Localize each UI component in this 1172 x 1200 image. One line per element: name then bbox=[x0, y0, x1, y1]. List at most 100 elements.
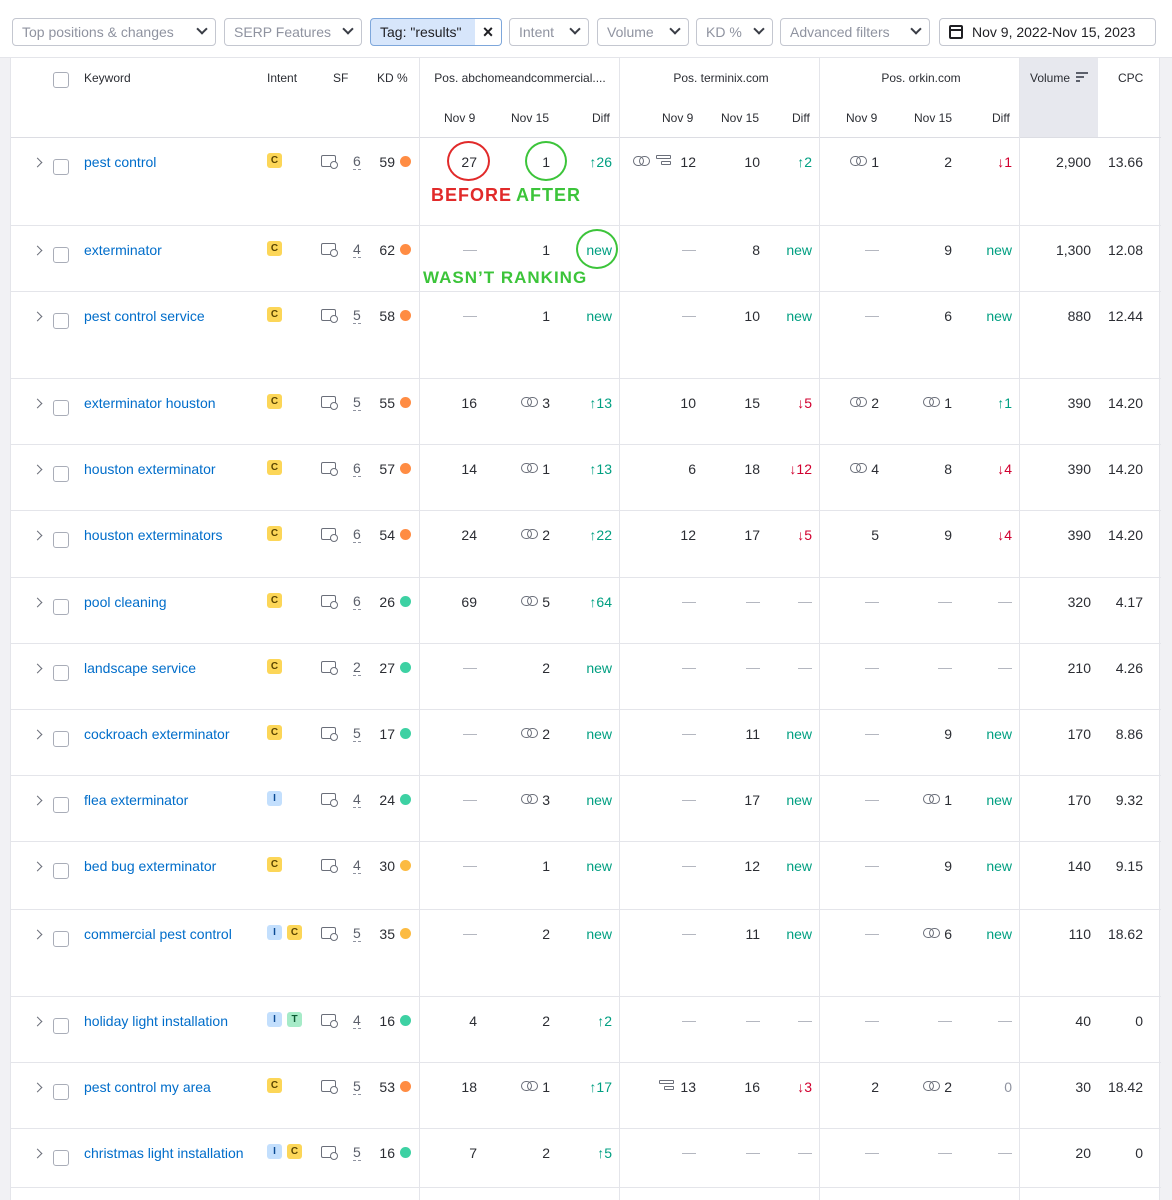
keyword-link[interactable]: cockroach exterminator bbox=[84, 726, 230, 742]
sf-column-header[interactable]: SF bbox=[333, 71, 348, 85]
chevron-right-icon[interactable] bbox=[32, 157, 43, 168]
domain-3-nov15-header[interactable]: Nov 15 bbox=[914, 111, 952, 125]
domain-3-nov9-header[interactable]: Nov 9 bbox=[846, 111, 877, 125]
row-checkbox[interactable] bbox=[53, 931, 69, 947]
table-row[interactable]: cockroach exterminator C 5 17 2 new 11 new 9 new 1… bbox=[11, 710, 1161, 776]
volume-filter[interactable]: Volume bbox=[597, 18, 689, 46]
row-checkbox[interactable] bbox=[53, 532, 69, 548]
chevron-right-icon[interactable] bbox=[32, 929, 43, 940]
domain-2-header[interactable]: Pos. terminix.com bbox=[623, 71, 819, 85]
chevron-right-icon[interactable] bbox=[32, 1016, 43, 1027]
row-checkbox[interactable] bbox=[53, 797, 69, 813]
domain-1-header[interactable]: Pos. abchomeandcommercial.... bbox=[425, 71, 615, 85]
chevron-right-icon[interactable] bbox=[32, 464, 43, 475]
keyword-link[interactable]: flea exterminator bbox=[84, 792, 188, 808]
table-row[interactable]: commercial pest control I C 5 35 2 new 11 new 6 ne… bbox=[11, 910, 1161, 997]
keyword-link[interactable]: exterminator houston bbox=[84, 395, 216, 411]
domain-2-diff-header[interactable]: Diff bbox=[792, 111, 810, 125]
row-checkbox[interactable] bbox=[53, 863, 69, 879]
keyword-link[interactable]: houston exterminator bbox=[84, 461, 216, 477]
keyword-link[interactable]: exterminator bbox=[84, 242, 162, 258]
domain-3-header[interactable]: Pos. orkin.com bbox=[823, 71, 1019, 85]
table-row[interactable]: christmas light installation I C 5 16 7 2 ↑5 20 0 bbox=[11, 1129, 1161, 1188]
intent-filter[interactable]: Intent bbox=[509, 18, 589, 46]
sf-count[interactable]: 4 bbox=[353, 792, 361, 808]
sf-count[interactable]: 5 bbox=[353, 308, 361, 324]
sf-count[interactable]: 5 bbox=[353, 395, 361, 411]
row-checkbox[interactable] bbox=[53, 159, 69, 175]
sf-count[interactable]: 5 bbox=[353, 726, 361, 742]
domain-1-nov9-header[interactable]: Nov 9 bbox=[444, 111, 475, 125]
sf-count[interactable]: 6 bbox=[353, 154, 361, 170]
row-checkbox[interactable] bbox=[53, 1018, 69, 1034]
top-positions-filter[interactable]: Top positions & changes bbox=[12, 18, 216, 46]
serp-features-filter[interactable]: SERP Features bbox=[224, 18, 362, 46]
keyword-link[interactable]: bed bug exterminator bbox=[84, 858, 216, 874]
select-all-checkbox[interactable] bbox=[53, 72, 69, 88]
keyword-link[interactable]: pest control service bbox=[84, 308, 205, 324]
chevron-right-icon[interactable] bbox=[32, 729, 43, 740]
row-checkbox[interactable] bbox=[53, 247, 69, 263]
table-row[interactable]: flea exterminator I 4 24 3 new 17 new 1 new 170 9.3… bbox=[11, 776, 1161, 842]
sf-count[interactable]: 6 bbox=[353, 527, 361, 543]
sf-count[interactable]: 6 bbox=[353, 461, 361, 477]
keyword-link[interactable]: pool cleaning bbox=[84, 594, 167, 610]
domain-1-nov15-header[interactable]: Nov 15 bbox=[511, 111, 549, 125]
row-checkbox[interactable] bbox=[53, 665, 69, 681]
row-checkbox[interactable] bbox=[53, 400, 69, 416]
domain-2-nov15-header[interactable]: Nov 15 bbox=[721, 111, 759, 125]
row-checkbox[interactable] bbox=[53, 1084, 69, 1100]
keyword-link[interactable]: pest control bbox=[84, 154, 156, 170]
chevron-right-icon[interactable] bbox=[32, 663, 43, 674]
sf-count[interactable]: 5 bbox=[353, 1079, 361, 1095]
advanced-filters[interactable]: Advanced filters bbox=[780, 18, 930, 46]
chevron-right-icon[interactable] bbox=[32, 245, 43, 256]
chevron-right-icon[interactable] bbox=[32, 398, 43, 409]
keyword-link[interactable]: christmas light installation bbox=[84, 1145, 244, 1161]
row-checkbox[interactable] bbox=[53, 599, 69, 615]
table-row[interactable]: holiday light installation I T 4 16 4 2 ↑2 40 0 bbox=[11, 997, 1161, 1063]
chevron-right-icon[interactable] bbox=[32, 861, 43, 872]
keyword-link[interactable]: landscape service bbox=[84, 660, 196, 676]
domain-2-nov9-header[interactable]: Nov 9 bbox=[662, 111, 693, 125]
close-icon[interactable]: × bbox=[475, 18, 502, 46]
volume-column-header[interactable]: Volume bbox=[1030, 71, 1070, 85]
table-row[interactable]: pool cleaning C 6 26 69 5 ↑64 320 4.17 bbox=[11, 578, 1161, 644]
kd-column-header[interactable]: KD % bbox=[377, 71, 408, 85]
keyword-link[interactable]: commercial pest control bbox=[84, 926, 232, 942]
row-checkbox[interactable] bbox=[53, 1150, 69, 1166]
sf-count[interactable]: 4 bbox=[353, 1013, 361, 1029]
sf-count[interactable]: 2 bbox=[353, 660, 361, 676]
tag-filter[interactable]: Tag: "results" bbox=[370, 18, 476, 46]
keyword-link[interactable]: pest control my area bbox=[84, 1079, 211, 1095]
row-checkbox[interactable] bbox=[53, 731, 69, 747]
kd-filter[interactable]: KD % bbox=[696, 18, 773, 46]
sort-icon[interactable] bbox=[1076, 72, 1088, 82]
date-range-picker[interactable]: Nov 9, 2022-Nov 15, 2023 bbox=[939, 18, 1156, 46]
table-row[interactable]: bed bug exterminator C 4 30 1 new 12 new 9 new 140… bbox=[11, 842, 1161, 910]
sf-count[interactable]: 5 bbox=[353, 1145, 361, 1161]
sf-count[interactable]: 4 bbox=[353, 858, 361, 874]
row-checkbox[interactable] bbox=[53, 313, 69, 329]
table-row[interactable]: exterminator houston C 5 55 16 3 ↑13 10 15 ↓5 2 1 ↑1… bbox=[11, 379, 1161, 445]
cpc-column-header[interactable]: CPC bbox=[1118, 71, 1143, 85]
sf-count[interactable]: 4 bbox=[353, 242, 361, 258]
sf-count[interactable]: 6 bbox=[353, 594, 361, 610]
keyword-link[interactable]: holiday light installation bbox=[84, 1013, 228, 1029]
chevron-right-icon[interactable] bbox=[32, 597, 43, 608]
domain-3-diff-header[interactable]: Diff bbox=[992, 111, 1010, 125]
domain-1-diff-header[interactable]: Diff bbox=[592, 111, 610, 125]
row-checkbox[interactable] bbox=[53, 466, 69, 482]
chevron-right-icon[interactable] bbox=[32, 311, 43, 322]
sf-count[interactable]: 5 bbox=[353, 926, 361, 942]
table-row[interactable]: landscape service C 2 27 2 new 210 4.26 bbox=[11, 644, 1161, 710]
chevron-right-icon[interactable] bbox=[32, 1148, 43, 1159]
table-row[interactable]: pest control my area C 5 53 18 1 ↑17 13 16 ↓3 2 2 0 3… bbox=[11, 1063, 1161, 1129]
table-row[interactable]: houston exterminator C 6 57 14 1 ↑13 6 18 ↓12 4 8 ↓4… bbox=[11, 445, 1161, 511]
table-row[interactable]: pest control service C 5 58 1 new 10 new 6 new 880… bbox=[11, 292, 1161, 379]
keyword-column-header[interactable]: Keyword bbox=[84, 71, 131, 85]
table-row[interactable]: houston exterminators C 6 54 24 2 ↑22 12 17 ↓5 5 9 ↓… bbox=[11, 511, 1161, 578]
chevron-right-icon[interactable] bbox=[32, 530, 43, 541]
chevron-right-icon[interactable] bbox=[32, 1082, 43, 1093]
keyword-link[interactable]: houston exterminators bbox=[84, 527, 223, 543]
